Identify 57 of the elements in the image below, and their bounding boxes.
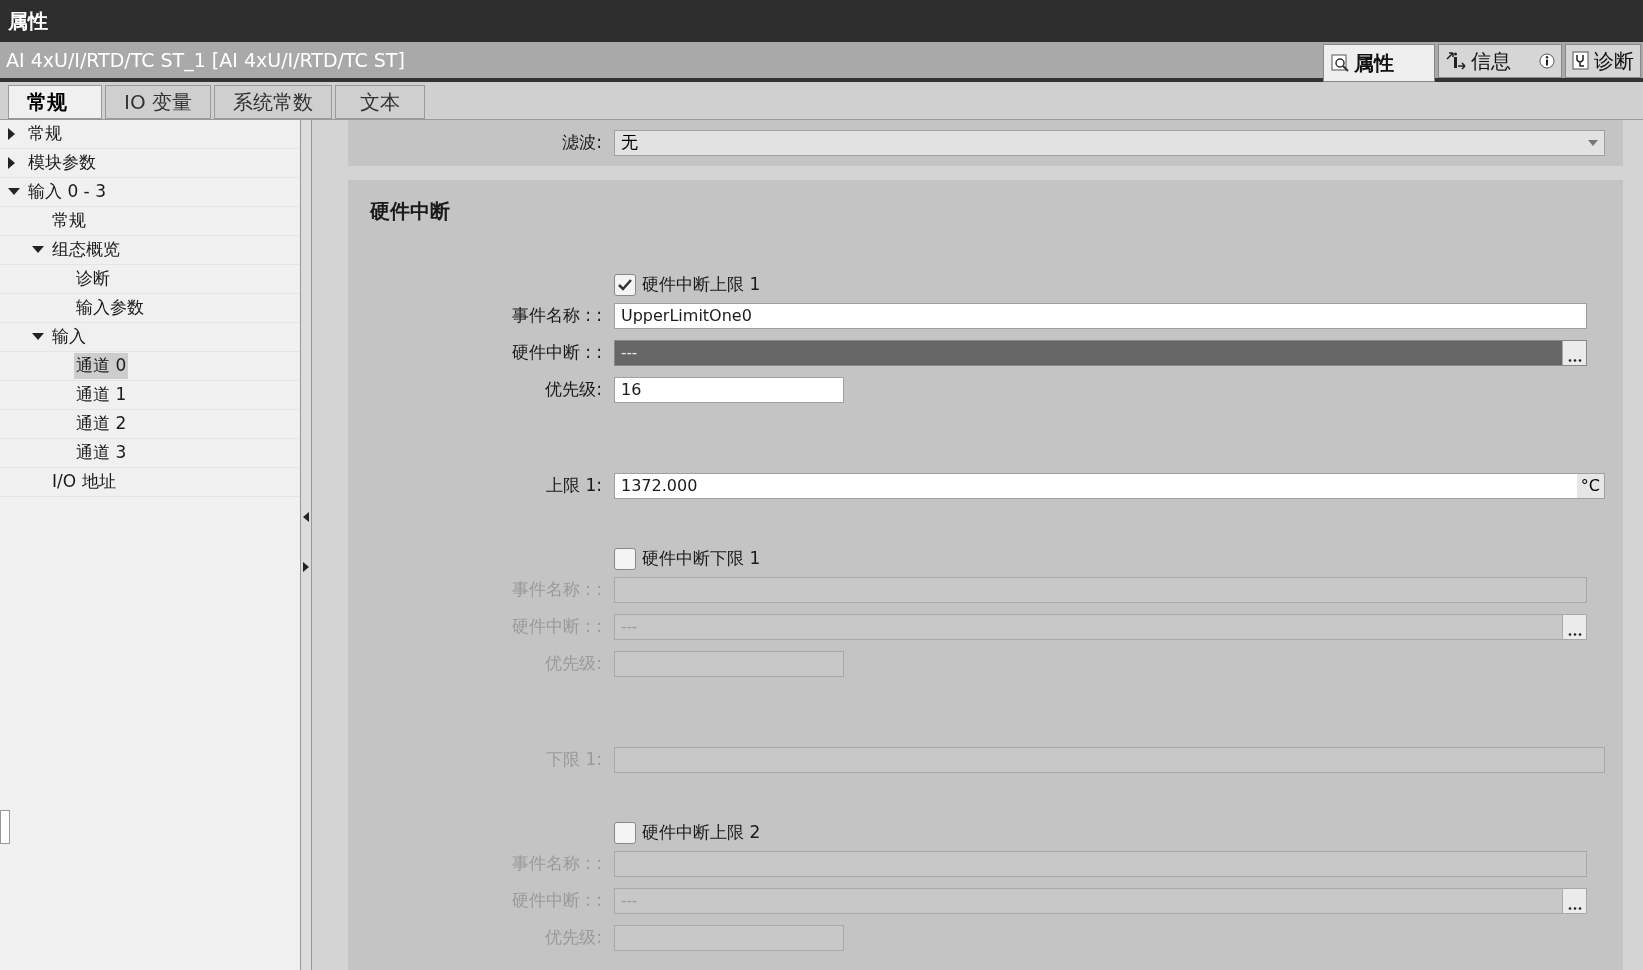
object-title: AI 4xU/I/RTD/TC ST_1 [AI 4xU/I/RTD/TC ST] [5,47,405,74]
tree-item[interactable]: I/O 地址 [50,469,118,495]
checkbox[interactable] [614,274,636,296]
tree-item[interactable]: 输入 0 - 3 [26,179,108,205]
header-tab[interactable]: 属性 [1323,44,1435,82]
expanded-triangle-icon[interactable] [8,188,20,196]
collapsed-triangle-icon[interactable] [8,157,16,169]
field-label: 硬件中断 : : [510,341,603,365]
field-label: 上限 1: [545,474,603,498]
priority-field[interactable]: 16 [614,377,844,403]
dropdown-caret-icon[interactable] [1588,140,1598,146]
tree-item[interactable]: 常规 [50,208,88,234]
tree-item[interactable]: 输入 [50,324,88,350]
priority-field[interactable] [614,925,844,951]
check-icon [617,278,633,292]
limit-field[interactable]: 1372.000 °C [614,473,1605,499]
checkbox[interactable] [614,822,636,844]
info-icon [1539,53,1555,69]
tab[interactable]: 常规 [8,85,102,119]
tree-item[interactable]: 输入参数 [74,295,146,321]
event-name-field[interactable]: UpperLimitOne0 [614,303,1587,329]
checkbox-label: 硬件中断上限 1 [642,273,761,297]
magnifier-page-icon [1330,53,1350,73]
collapse-left-icon[interactable] [303,512,309,522]
expanded-triangle-icon[interactable] [32,333,44,341]
tree-item[interactable]: 模块参数 [26,150,98,176]
tree-item[interactable]: 通道 1 [74,382,129,408]
tab[interactable]: IO 变量 [105,85,211,119]
section-title: 硬件中断 [368,198,451,225]
checkbox-label: 硬件中断上限 2 [642,821,761,845]
event-name-field[interactable] [614,851,1587,877]
tree-item[interactable]: 通道 3 [74,440,129,466]
checkbox-label: 硬件中断下限 1 [642,547,761,571]
tab[interactable]: 系统常数 [214,85,332,119]
header-tab[interactable]: 信息 [1438,44,1562,78]
field-label: 优先级: [544,378,603,402]
field-label: 滤波: [561,131,603,155]
priority-field[interactable] [614,651,844,677]
tree-item[interactable]: 通道 0 [74,353,129,379]
header-tab[interactable]: 诊断 [1565,44,1641,78]
stethoscope-icon [1572,51,1590,71]
event-name-field[interactable] [614,577,1587,603]
field-label: 事件名称 : : [510,304,603,328]
unit-label: °C [1576,474,1604,498]
checkbox[interactable] [614,548,636,570]
tree-item[interactable]: 诊断 [74,266,112,292]
collapsed-triangle-icon[interactable] [8,128,16,140]
info-arrow-icon [1445,51,1467,71]
expanded-triangle-icon[interactable] [32,246,44,254]
panel-tab-icon[interactable] [0,810,10,844]
expand-right-icon[interactable] [303,562,309,572]
tab[interactable]: 文本 [335,85,425,119]
tree-item[interactable]: 常规 [26,121,64,147]
filter-dropdown[interactable]: 无 [614,130,1605,156]
tree-item[interactable]: 组态概览 [50,237,122,263]
panel-title: 属性 [8,8,48,35]
tree-item[interactable]: 通道 2 [74,411,129,437]
